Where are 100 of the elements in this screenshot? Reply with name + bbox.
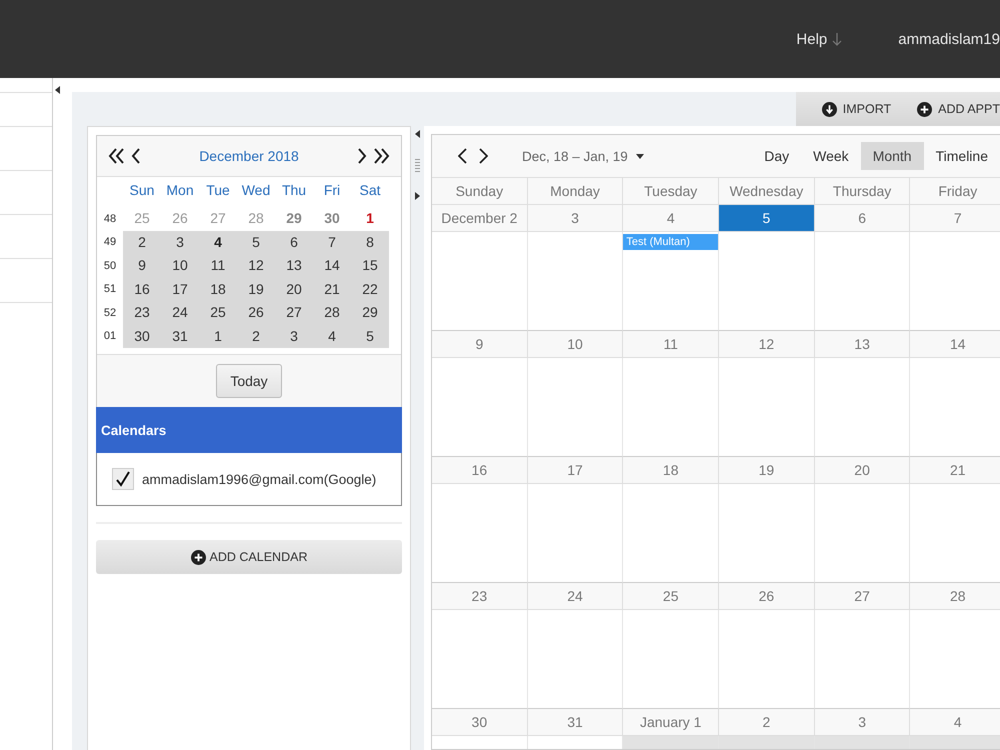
day-cell[interactable] <box>910 736 1000 749</box>
day-number[interactable]: 1 <box>214 328 222 344</box>
date-header[interactable]: 12 <box>719 331 815 358</box>
day-number[interactable]: 26 <box>248 304 264 320</box>
date-header[interactable]: 13 <box>814 331 910 358</box>
view-tab[interactable]: Day <box>752 142 802 170</box>
double-chevron-left-icon[interactable] <box>108 147 125 165</box>
chevron-right-icon[interactable] <box>357 147 367 165</box>
day-number[interactable]: 21 <box>324 280 340 296</box>
day-number[interactable]: 11 <box>210 257 226 273</box>
date-header[interactable]: 5 <box>719 205 815 232</box>
date-header[interactable]: 17 <box>528 457 624 484</box>
day-number[interactable]: 18 <box>210 280 226 296</box>
date-header[interactable]: 3 <box>528 205 624 232</box>
day-number[interactable]: 24 <box>172 304 188 320</box>
date-header[interactable]: 23 <box>432 583 528 610</box>
date-header[interactable]: December 2 <box>432 205 528 232</box>
date-header[interactable]: 28 <box>910 583 1000 610</box>
day-number[interactable]: 4 <box>328 328 336 344</box>
weekday-label: Tue <box>206 182 230 198</box>
double-chevron-right-icon[interactable] <box>373 147 390 165</box>
add-calendar-button[interactable]: ADD CALENDAR <box>96 540 402 574</box>
view-tab[interactable]: Timeline <box>924 142 1000 170</box>
date-header[interactable]: 9 <box>432 331 528 358</box>
day-number[interactable]: 15 <box>362 257 378 273</box>
weekday-label: Sat <box>359 182 380 198</box>
day-number[interactable]: 22 <box>362 280 378 296</box>
day-number[interactable]: 17 <box>172 280 188 296</box>
day-number[interactable]: 23 <box>134 304 150 320</box>
month-title[interactable]: December 2018 <box>199 148 299 164</box>
date-header[interactable]: January 1 <box>623 709 720 736</box>
date-header[interactable]: 30 <box>432 709 528 736</box>
day-number[interactable]: 2 <box>252 328 260 344</box>
day-number[interactable]: 6 <box>290 234 298 250</box>
day-number[interactable]: 14 <box>324 257 340 273</box>
day-number[interactable]: 5 <box>252 234 260 250</box>
day-number[interactable]: 19 <box>248 280 264 296</box>
date-header[interactable]: 24 <box>528 583 624 610</box>
date-header[interactable]: 4 <box>910 709 1000 736</box>
date-header[interactable]: 7 <box>910 205 1000 232</box>
day-number[interactable]: 30 <box>134 328 150 344</box>
day-number[interactable]: 31 <box>172 328 188 344</box>
date-header[interactable]: 21 <box>910 457 1000 484</box>
day-number[interactable]: 13 <box>286 257 302 273</box>
week-number: 50 <box>102 260 118 272</box>
date-header[interactable]: 6 <box>814 205 910 232</box>
chevron-left-icon[interactable] <box>458 148 467 164</box>
chevron-right-icon[interactable] <box>479 148 488 164</box>
view-tab[interactable]: Month <box>860 142 924 170</box>
date-header[interactable]: 18 <box>623 457 720 484</box>
day-number[interactable]: 27 <box>286 304 302 320</box>
date-header[interactable]: 11 <box>623 331 720 358</box>
day-number[interactable]: 30 <box>324 210 340 226</box>
date-header[interactable]: 25 <box>623 583 720 610</box>
today-button[interactable]: Today <box>216 364 282 398</box>
weekday-header: Tuesday <box>623 178 720 205</box>
day-number[interactable]: 5 <box>366 328 374 344</box>
chevron-left-icon[interactable] <box>131 147 141 165</box>
help-menu[interactable]: Help <box>796 30 842 48</box>
date-header[interactable]: 14 <box>910 331 1000 358</box>
weekday-header: Sunday <box>432 178 528 205</box>
day-number[interactable]: 2 <box>138 234 146 250</box>
view-tab[interactable]: Week <box>801 142 861 170</box>
weekday-label: Fri <box>324 182 340 198</box>
date-header[interactable]: 10 <box>528 331 624 358</box>
add-appointment-button[interactable]: ADD APPT <box>917 92 1000 126</box>
day-number[interactable]: 9 <box>138 257 146 273</box>
day-number[interactable]: 4 <box>214 234 222 250</box>
user-menu[interactable]: ammadislam19 <box>898 30 1000 48</box>
day-number[interactable]: 29 <box>286 210 302 226</box>
day-number[interactable]: 25 <box>210 304 226 320</box>
date-header[interactable]: 27 <box>814 583 910 610</box>
day-number[interactable]: 7 <box>328 234 336 250</box>
date-header[interactable]: 2 <box>719 709 815 736</box>
checkbox[interactable] <box>112 468 134 490</box>
day-number[interactable]: 8 <box>366 234 374 250</box>
expand-right-icon[interactable] <box>415 192 420 200</box>
day-cell[interactable] <box>623 736 720 749</box>
day-number[interactable]: 3 <box>290 328 298 344</box>
collapse-left-icon[interactable] <box>55 86 60 94</box>
import-button[interactable]: IMPORT <box>822 92 904 126</box>
day-number[interactable]: 16 <box>134 280 150 296</box>
date-header[interactable]: 26 <box>719 583 815 610</box>
collapse-left-icon[interactable] <box>415 130 420 138</box>
day-number[interactable]: 29 <box>362 304 378 320</box>
day-number[interactable]: 28 <box>324 304 340 320</box>
day-number[interactable]: 12 <box>248 257 264 273</box>
date-header[interactable]: 4 <box>623 205 720 232</box>
day-number[interactable]: 3 <box>176 234 184 250</box>
splitter-grip-icon[interactable] <box>415 158 420 172</box>
date-header[interactable]: 31 <box>528 709 624 736</box>
date-header[interactable]: 16 <box>432 457 528 484</box>
date-range-picker[interactable]: Dec, 18 – Jan, 19 <box>522 148 644 164</box>
download-icon <box>822 102 837 116</box>
day-number[interactable]: 20 <box>286 280 302 296</box>
date-header[interactable]: 20 <box>814 457 910 484</box>
day-number[interactable]: 10 <box>172 257 188 273</box>
day-number[interactable]: 1 <box>366 210 374 226</box>
date-header[interactable]: 3 <box>814 709 910 736</box>
date-header[interactable]: 19 <box>719 457 815 484</box>
